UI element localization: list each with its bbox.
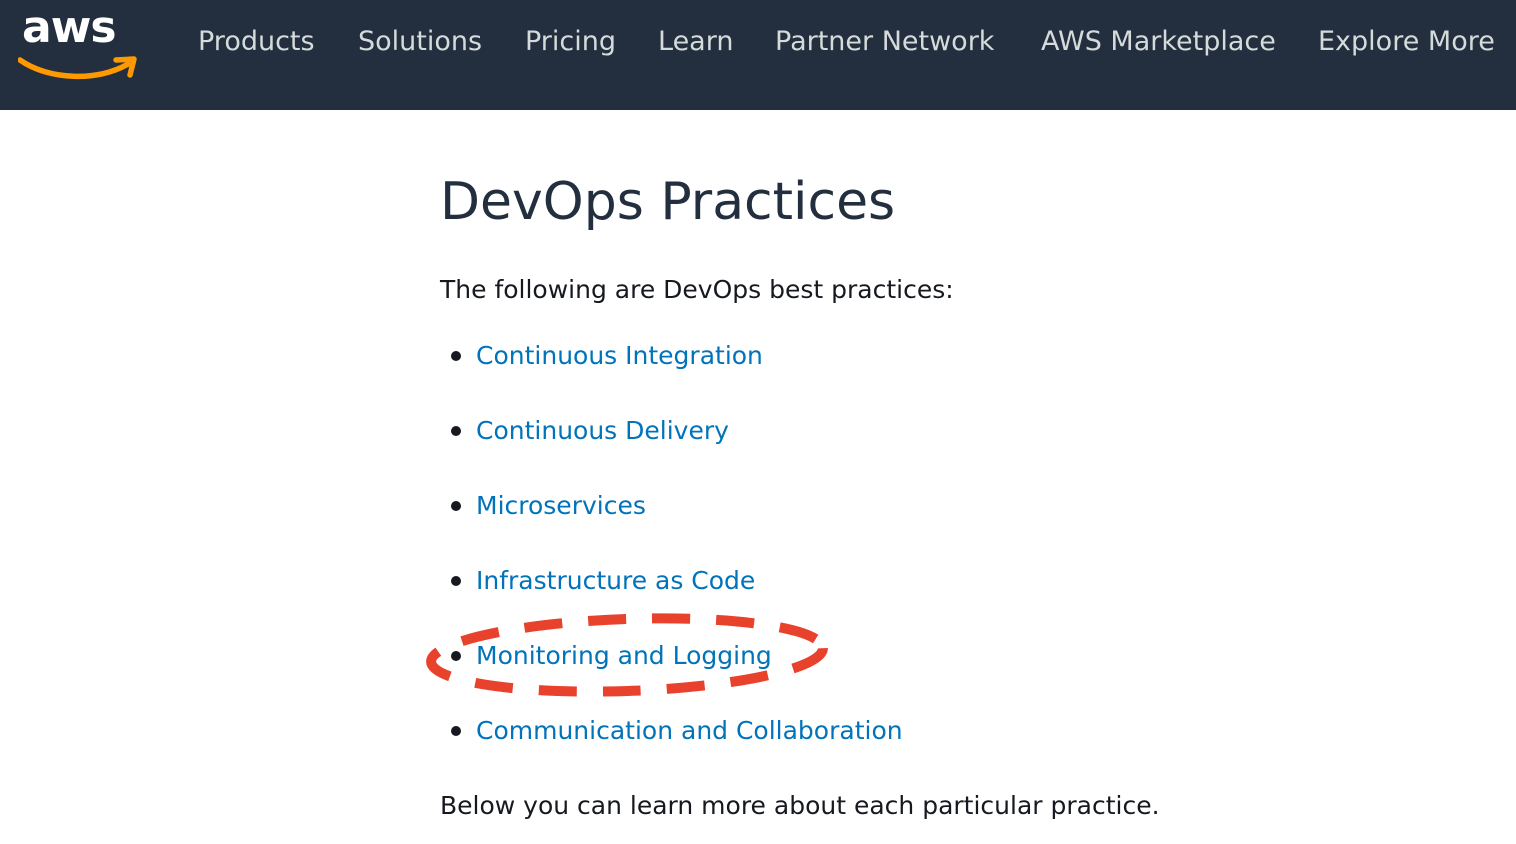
nav-solutions[interactable]: Solutions xyxy=(358,0,482,84)
bullet-icon xyxy=(451,351,461,361)
intro-text: The following are DevOps best practices: xyxy=(440,275,954,304)
nav-pricing[interactable]: Pricing xyxy=(525,0,616,84)
nav-partner-network[interactable]: Partner Network xyxy=(775,0,994,84)
bullet-icon xyxy=(451,426,461,436)
aws-smile-icon xyxy=(18,56,137,80)
bullet-icon xyxy=(451,726,461,736)
link-infrastructure-as-code[interactable]: Infrastructure as Code xyxy=(476,565,755,597)
link-continuous-integration[interactable]: Continuous Integration xyxy=(476,340,763,372)
nav-learn[interactable]: Learn xyxy=(658,0,733,84)
bullet-icon xyxy=(451,651,461,661)
top-navigation-bar: aws Products Solutions Pricing Learn Par… xyxy=(0,0,1516,110)
aws-logo-text: aws xyxy=(22,2,117,53)
link-continuous-delivery[interactable]: Continuous Delivery xyxy=(476,415,729,447)
nav-products[interactable]: Products xyxy=(198,0,315,84)
aws-logo[interactable]: aws xyxy=(18,2,140,84)
page-title: DevOps Practices xyxy=(440,172,896,232)
outro-text: Below you can learn more about each part… xyxy=(440,791,1160,820)
link-communication-and-collaboration[interactable]: Communication and Collaboration xyxy=(476,715,903,747)
nav-explore-more[interactable]: Explore More xyxy=(1318,0,1495,84)
bullet-icon xyxy=(451,501,461,511)
link-microservices[interactable]: Microservices xyxy=(476,490,646,522)
bullet-icon xyxy=(451,576,461,586)
nav-aws-marketplace[interactable]: AWS Marketplace xyxy=(1041,0,1276,84)
link-monitoring-and-logging[interactable]: Monitoring and Logging xyxy=(476,640,772,672)
